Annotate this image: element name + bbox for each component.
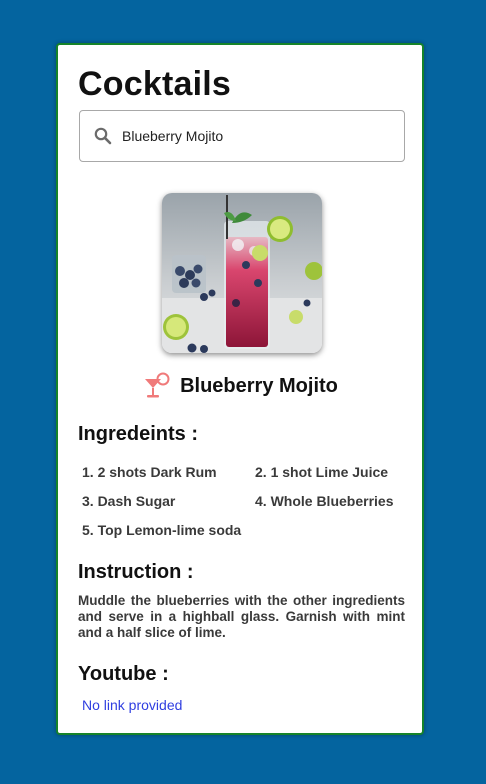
- page-title: Cocktails: [78, 65, 231, 103]
- ingredient-item: 5. Top Lemon-lime soda: [82, 522, 242, 538]
- ingredient-item: 2. 1 shot Lime Juice: [255, 464, 389, 480]
- ingredients-heading: Ingredeints :: [78, 423, 199, 445]
- drink-image: [162, 193, 322, 353]
- ingredient-list: 1. 2 shots Dark Rum 2. 1 shot Lime Juice…: [82, 463, 412, 539]
- search-input[interactable]: [122, 128, 382, 144]
- instruction-text: Muddle the blueberries with the other in…: [78, 593, 405, 640]
- instruction-heading: Instruction :: [78, 561, 194, 583]
- youtube-link[interactable]: No link provided: [82, 697, 182, 713]
- ingredient-item: 4. Whole Blueberries: [255, 493, 394, 509]
- drink-name: Blueberry Mojito: [180, 374, 338, 397]
- youtube-heading: Youtube :: [78, 663, 169, 685]
- search-icon: [94, 127, 112, 145]
- ingredient-item: 3. Dash Sugar: [82, 493, 176, 509]
- search-box[interactable]: [79, 110, 405, 162]
- cocktail-icon: [142, 372, 172, 400]
- drink-title-row: Blueberry Mojito: [58, 372, 422, 400]
- cocktail-card: Cocktails Blueberry Mojito Blueberry Moj…: [56, 43, 424, 735]
- ingredient-item: 1. 2 shots Dark Rum: [82, 464, 217, 480]
